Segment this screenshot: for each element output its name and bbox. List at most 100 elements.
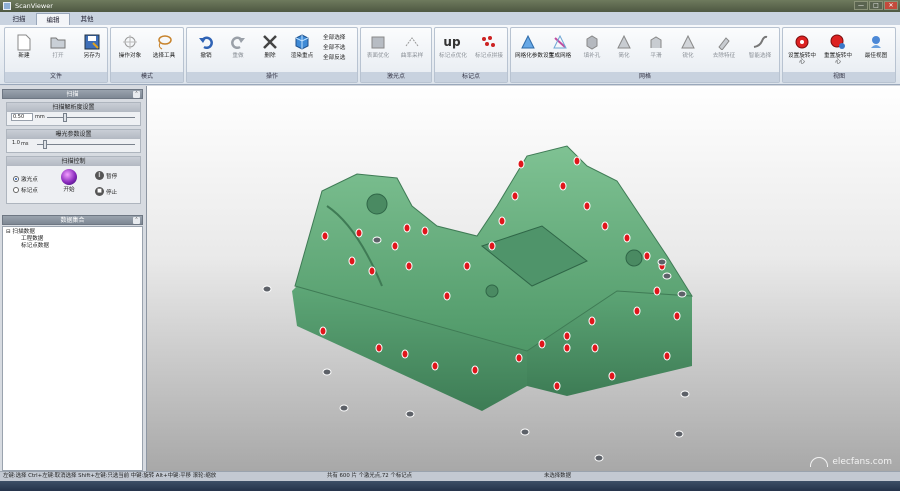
ribbon-tabs: 扫描 编辑 其他 bbox=[0, 12, 900, 25]
radio-laser[interactable]: 激光点 bbox=[13, 175, 38, 183]
marker-stitch-icon bbox=[479, 33, 497, 51]
select-tool-button[interactable]: 选择工具 bbox=[151, 31, 177, 69]
resolution-slider-track[interactable] bbox=[47, 117, 135, 118]
marker-optimize-icon: up bbox=[443, 35, 461, 49]
generate-mesh-icon bbox=[551, 33, 569, 51]
collapse-icon[interactable]: ⌃ bbox=[133, 217, 140, 224]
scan-panel-header[interactable]: 扫描 ⌃ bbox=[2, 89, 143, 99]
exposure-unit: ms bbox=[21, 141, 29, 147]
resolution-unit: mm bbox=[35, 114, 45, 120]
undo-button[interactable]: 撤销 bbox=[193, 31, 219, 69]
data-tree: ⊟ 扫描数据 工程数据 标记点数据 bbox=[2, 226, 143, 471]
group-mode: 操作对象 选择工具 模式 bbox=[110, 27, 184, 83]
tab-scan[interactable]: 扫描 bbox=[2, 13, 36, 25]
best-view-button[interactable]: 最佳视图 bbox=[861, 31, 891, 69]
exposure-slider-track[interactable] bbox=[37, 144, 135, 145]
selection-small-buttons: 全部选择 全部不选 全部反选 bbox=[323, 33, 345, 63]
resolution-slider-thumb[interactable] bbox=[63, 113, 67, 122]
marker-stitch-button[interactable]: 标记点拼接 bbox=[475, 31, 503, 69]
new-button[interactable]: 新建 bbox=[11, 31, 37, 69]
marker-dot bbox=[355, 228, 363, 238]
invert-selection-button[interactable]: 全部反选 bbox=[323, 53, 345, 63]
marker-dot bbox=[488, 241, 496, 251]
remove-feature-button[interactable]: 去除特征 bbox=[711, 31, 737, 69]
marker-dot bbox=[559, 181, 567, 191]
smart-select-button[interactable]: 智能选择 bbox=[747, 31, 773, 69]
radio-marker[interactable]: 标记点 bbox=[13, 186, 38, 194]
mesh-params-button[interactable]: 网格化参数设置 bbox=[515, 31, 554, 69]
pause-label: 暂停 bbox=[106, 173, 118, 180]
select-none-button[interactable]: 全部不选 bbox=[323, 43, 345, 53]
generate-mesh-button[interactable]: 生成网格 bbox=[547, 31, 573, 69]
3d-viewport[interactable]: elecfans.com bbox=[146, 86, 900, 471]
sharpen-button[interactable]: 锐化 bbox=[675, 31, 701, 69]
select-all-button[interactable]: 全部选择 bbox=[323, 33, 345, 43]
stop-label: 停止 bbox=[106, 189, 118, 196]
scan-model-canvas[interactable] bbox=[147, 86, 900, 471]
undo-icon bbox=[197, 33, 215, 51]
render-focus-button[interactable]: 渲染重点 bbox=[289, 31, 315, 69]
radio-marker-label: 标记点 bbox=[21, 188, 38, 194]
marker-dot bbox=[515, 353, 523, 363]
surface-optimize-button[interactable]: 表面优化 bbox=[365, 31, 391, 69]
smooth-button[interactable]: 平滑 bbox=[643, 31, 669, 69]
resolution-settings: 扫描解析度设置 0.50 mm bbox=[6, 102, 141, 126]
set-rotation-center-button[interactable]: 设置旋转中心 bbox=[787, 31, 817, 69]
left-panel: 扫描 ⌃ 扫描解析度设置 0.50 mm 曝光参数设置 1.0 ms 扫描控制 bbox=[0, 86, 146, 471]
floor-marker bbox=[339, 404, 349, 412]
marker-dot bbox=[643, 251, 651, 261]
marker-dot bbox=[511, 191, 519, 201]
status-count: 共有 600 片 个激光点,72 个标记点 bbox=[327, 473, 413, 479]
pause-button[interactable]: ∥ 暂停 bbox=[95, 171, 117, 180]
status-bar: 左键:选择 Ctrl+左键:取消选择 Shift+左键:只选当前 中键:旋转 A… bbox=[0, 471, 900, 481]
floor-marker bbox=[594, 454, 604, 462]
operate-object-button[interactable]: 操作对象 bbox=[117, 31, 143, 69]
maximize-button[interactable]: □ bbox=[869, 1, 883, 10]
marker-dot bbox=[538, 339, 546, 349]
start-scan-button[interactable]: 开始 bbox=[59, 169, 79, 197]
marker-optimize-button[interactable]: up 标记点优化 bbox=[439, 31, 467, 69]
close-button[interactable]: ✕ bbox=[884, 1, 898, 10]
reset-rotation-center-button[interactable]: 重置旋转中心 bbox=[823, 31, 853, 69]
marker-dot bbox=[653, 286, 661, 296]
tree-marker-data[interactable]: 标记点数据 bbox=[21, 243, 49, 250]
group-file-caption: 文件 bbox=[5, 72, 107, 82]
tree-project-data[interactable]: 工程数据 bbox=[21, 236, 43, 243]
data-panel-title: 数据集合 bbox=[60, 217, 85, 224]
radio-laser-dot[interactable] bbox=[13, 176, 19, 182]
delete-button[interactable]: 删除 bbox=[257, 31, 283, 69]
start-label: 开始 bbox=[63, 187, 75, 193]
simplify-button[interactable]: 简化 bbox=[611, 31, 637, 69]
save-as-button[interactable]: 另存为 bbox=[79, 31, 105, 69]
marker-dot bbox=[608, 371, 616, 381]
tree-root[interactable]: ⊟ 扫描数据 bbox=[6, 229, 35, 236]
stop-button[interactable]: ■ 停止 bbox=[95, 187, 117, 196]
scan-control-title: 扫描控制 bbox=[7, 157, 140, 166]
open-button[interactable]: 打开 bbox=[45, 31, 71, 69]
fill-hole-button[interactable]: 填补孔 bbox=[579, 31, 605, 69]
exposure-slider-thumb[interactable] bbox=[43, 140, 47, 149]
resolution-title: 扫描解析度设置 bbox=[7, 103, 140, 112]
minimize-button[interactable]: — bbox=[854, 1, 868, 10]
marker-dot bbox=[633, 306, 641, 316]
resolution-field[interactable]: 0.50 bbox=[11, 113, 33, 121]
app-icon bbox=[3, 2, 11, 10]
marker-dot bbox=[443, 291, 451, 301]
collapse-icon[interactable]: ⌃ bbox=[133, 91, 140, 98]
watermark: elecfans.com bbox=[810, 457, 892, 467]
marker-dot bbox=[463, 261, 471, 271]
watermark-text: elecfans.com bbox=[832, 457, 892, 467]
marker-dot bbox=[368, 266, 376, 276]
mesh-params-icon bbox=[519, 33, 537, 51]
data-panel-header[interactable]: 数据集合 ⌃ bbox=[2, 215, 143, 225]
group-laser-points: 表面优化 曲率采样 激光点 bbox=[360, 27, 432, 83]
marker-dot bbox=[319, 326, 327, 336]
model-hole bbox=[485, 284, 499, 298]
radio-marker-dot[interactable] bbox=[13, 187, 19, 193]
surface-optimize-icon bbox=[369, 33, 387, 51]
tab-edit[interactable]: 编辑 bbox=[36, 13, 70, 25]
redo-button[interactable]: 重做 bbox=[225, 31, 251, 69]
scan-panel-title: 扫描 bbox=[66, 91, 79, 98]
tab-other[interactable]: 其他 bbox=[70, 13, 104, 25]
curvature-sample-button[interactable]: 曲率采样 bbox=[399, 31, 425, 69]
